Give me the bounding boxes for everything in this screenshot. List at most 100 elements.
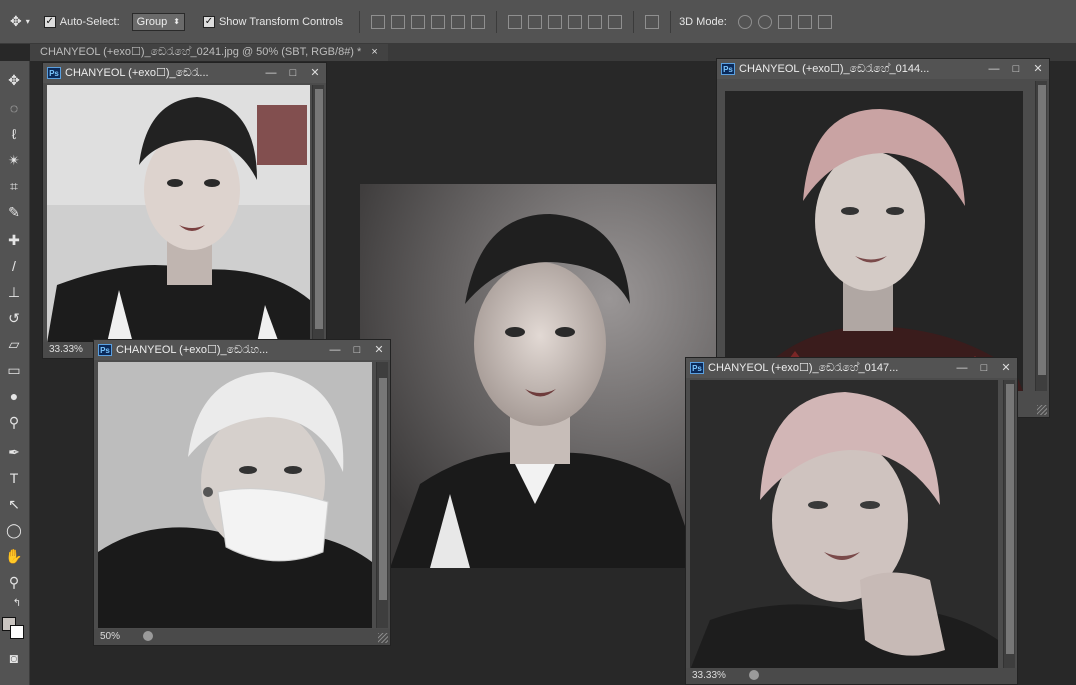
swap-colors-icon[interactable]: ↰ xyxy=(10,595,24,613)
window-status-bar: 50% xyxy=(94,629,390,645)
portrait-photo xyxy=(690,380,998,670)
3d-roll-icon[interactable] xyxy=(757,14,772,29)
3d-camera-icon[interactable] xyxy=(817,14,832,29)
move-tool-preset[interactable]: ✥ ▾ xyxy=(10,13,30,30)
show-transform-checkbox[interactable]: ✓ Show Transform Controls xyxy=(202,15,343,28)
align-bottom-icon[interactable] xyxy=(411,14,426,29)
eyedropper-icon[interactable]: ✎ xyxy=(3,203,25,221)
close-button[interactable]: ✕ xyxy=(995,360,1017,376)
window-title: CHANYEOL (+exo☐)_ඞෙරැහේ_0147... xyxy=(708,362,899,374)
close-icon[interactable]: × xyxy=(371,44,377,61)
distribute-top-icon[interactable] xyxy=(508,14,523,29)
quick-mask-icon[interactable]: ◙ xyxy=(3,649,25,667)
history-brush-icon[interactable]: ↺ xyxy=(3,309,25,327)
window-titlebar[interactable]: Ps CHANYEOL (+exo☐)_ඞෙරැහ... — □ ✕ xyxy=(94,340,390,360)
pen-icon[interactable]: ✒ xyxy=(3,443,25,461)
ps-icon: Ps xyxy=(98,344,112,356)
ps-icon: Ps xyxy=(721,63,735,75)
resize-grip-icon[interactable] xyxy=(378,633,388,643)
close-button[interactable]: ✕ xyxy=(368,342,390,358)
distribute-vcenter-icon[interactable] xyxy=(528,14,543,29)
shape-icon[interactable]: ◯ xyxy=(3,521,25,539)
align-hcenter-icon[interactable] xyxy=(451,14,466,29)
crop-icon[interactable]: ⌗ xyxy=(3,177,25,195)
distribute-bottom-icon[interactable] xyxy=(548,14,563,29)
scrollbar-thumb[interactable] xyxy=(379,378,387,600)
align-top-icon[interactable] xyxy=(371,14,386,29)
window-image[interactable] xyxy=(47,85,310,343)
vertical-scrollbar[interactable] xyxy=(1003,380,1015,670)
brush-icon[interactable]: / xyxy=(3,257,25,275)
window-status-bar: 33.33% xyxy=(686,668,1017,684)
type-icon[interactable]: T xyxy=(3,469,25,487)
marquee-icon[interactable]: ◌ xyxy=(3,99,25,117)
gradient-icon[interactable]: ▭ xyxy=(3,361,25,379)
distribute-right-icon[interactable] xyxy=(608,14,623,29)
distribute-left-icon[interactable] xyxy=(568,14,583,29)
stamp-icon[interactable]: ⊥ xyxy=(3,283,25,301)
blur-icon[interactable]: ● xyxy=(3,387,25,405)
auto-align-icon[interactable] xyxy=(645,14,660,29)
maximize-button[interactable]: □ xyxy=(346,342,368,358)
window-image[interactable] xyxy=(690,380,998,670)
scrollbar-thumb[interactable] xyxy=(1006,384,1014,654)
window-title: CHANYEOL (+exo☐)_ඞෙරැහේ_0144... xyxy=(739,63,930,75)
document-window-2[interactable]: Ps CHANYEOL (+exo☐)_ඞෙරැහ... — □ ✕ 50% xyxy=(93,339,391,646)
window-titlebar[interactable]: Ps CHANYEOL (+exo☐)_ඞෙරැ... — □ ✕ xyxy=(43,63,326,83)
document-window-1[interactable]: Ps CHANYEOL (+exo☐)_ඞෙරැ... — □ ✕ 33.33% xyxy=(42,62,327,359)
scrollbar-thumb[interactable] xyxy=(1038,85,1046,375)
dodge-icon[interactable]: ⚲ xyxy=(3,413,25,431)
options-bar: ✥ ▾ ✓ Auto-Select: Group ⬍ ✓ Show Transf… xyxy=(0,0,1076,44)
minimize-button[interactable]: — xyxy=(983,61,1005,77)
auto-select-label: Auto-Select: xyxy=(59,15,120,28)
distribute-hcenter-icon[interactable] xyxy=(588,14,603,29)
minimize-button[interactable]: — xyxy=(260,65,282,81)
zoom-level: 33.33% xyxy=(49,344,83,355)
vertical-scrollbar[interactable] xyxy=(312,85,324,343)
separator xyxy=(633,10,635,33)
magic-wand-icon[interactable]: ✴ xyxy=(3,151,25,169)
align-right-icon[interactable] xyxy=(471,14,486,29)
maximize-button[interactable]: □ xyxy=(973,360,995,376)
zoom-icon[interactable]: ⚲ xyxy=(3,573,25,591)
3d-slide-icon[interactable] xyxy=(797,14,812,29)
vertical-scrollbar[interactable] xyxy=(1035,81,1047,391)
window-titlebar[interactable]: Ps CHANYEOL (+exo☐)_ඞෙරැහේ_0144... — □ ✕ xyxy=(717,59,1049,79)
status-menu-icon[interactable] xyxy=(748,670,759,681)
eraser-icon[interactable]: ▱ xyxy=(3,335,25,353)
background-color-swatch[interactable] xyxy=(10,625,24,639)
auto-select-dropdown[interactable]: Group ⬍ xyxy=(131,12,185,31)
document-window-4[interactable]: Ps CHANYEOL (+exo☐)_ඞෙරැහේ_0147... — □ ✕… xyxy=(685,357,1018,685)
3d-orbit-icon[interactable] xyxy=(737,14,752,29)
canvas-image[interactable] xyxy=(360,184,716,568)
status-menu-icon[interactable] xyxy=(142,631,153,642)
separator xyxy=(670,10,672,33)
hand-icon[interactable]: ✋ xyxy=(3,547,25,565)
photoshop-app: ✥ ▾ ✓ Auto-Select: Group ⬍ ✓ Show Transf… xyxy=(0,0,1076,685)
maximize-button[interactable]: □ xyxy=(282,65,304,81)
window-image[interactable] xyxy=(98,362,372,628)
close-button[interactable]: ✕ xyxy=(1027,61,1049,77)
close-button[interactable]: ✕ xyxy=(304,65,326,81)
resize-grip-icon[interactable] xyxy=(1037,405,1047,415)
ps-icon: Ps xyxy=(690,362,704,374)
minimize-button[interactable]: — xyxy=(951,360,973,376)
minimize-button[interactable]: — xyxy=(324,342,346,358)
vertical-scrollbar[interactable] xyxy=(376,362,388,628)
checkmark-icon: ✓ xyxy=(202,15,215,28)
auto-select-checkbox[interactable]: ✓ Auto-Select: xyxy=(43,15,120,28)
document-tab[interactable]: CHANYEOL (+exo☐)_ඞෙරැහේ_0241.jpg @ 50% (… xyxy=(30,44,388,61)
separator xyxy=(359,10,361,33)
maximize-button[interactable]: □ xyxy=(1005,61,1027,77)
move-icon[interactable]: ✥ xyxy=(3,71,25,89)
healing-icon[interactable]: ✚ xyxy=(3,231,25,249)
lasso-icon[interactable]: ℓ xyxy=(3,125,25,143)
3d-pan-icon[interactable] xyxy=(777,14,792,29)
scrollbar-thumb[interactable] xyxy=(315,89,323,329)
path-select-icon[interactable]: ↖ xyxy=(3,495,25,513)
window-image[interactable] xyxy=(725,91,1023,391)
align-left-icon[interactable] xyxy=(431,14,446,29)
window-titlebar[interactable]: Ps CHANYEOL (+exo☐)_ඞෙරැහේ_0147... — □ ✕ xyxy=(686,358,1017,378)
align-vcenter-icon[interactable] xyxy=(391,14,406,29)
move-tool-icon: ✥ xyxy=(10,13,22,29)
